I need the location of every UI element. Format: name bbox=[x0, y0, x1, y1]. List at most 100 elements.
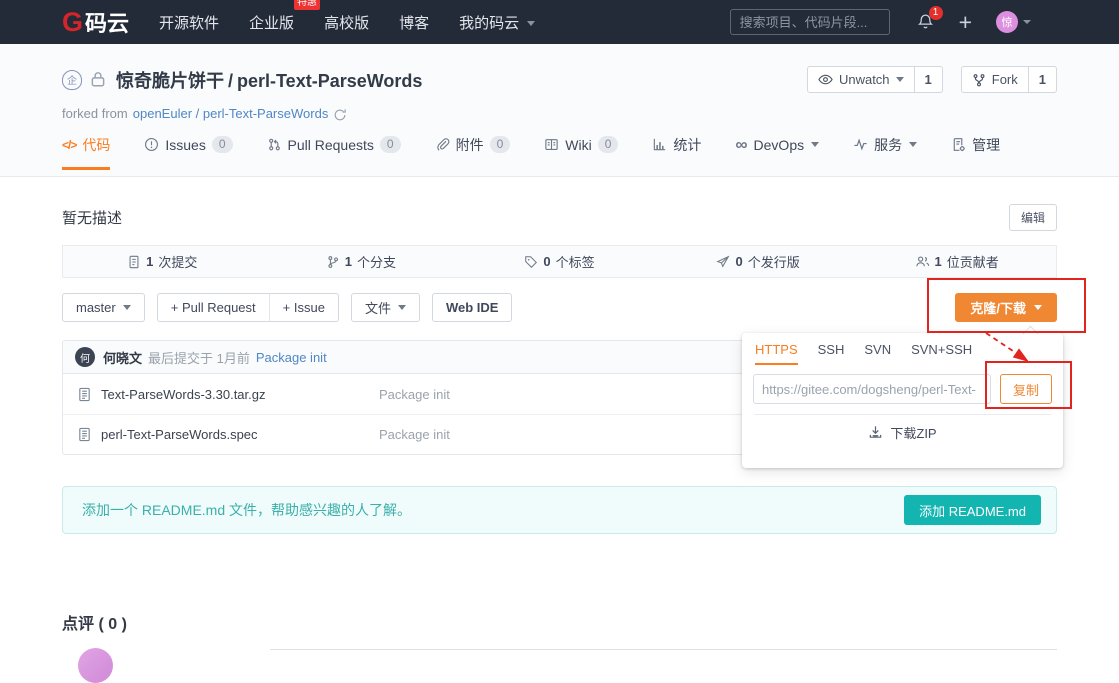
clone-download-panel: HTTPS SSH SVN SVN+SSH 复制 下载ZIP bbox=[742, 333, 1063, 468]
user-menu[interactable]: 惊 bbox=[996, 11, 1031, 33]
new-pull-request-button[interactable]: + Pull Request bbox=[157, 293, 270, 322]
tab-wiki[interactable]: Wiki 0 bbox=[544, 135, 618, 170]
repo-description: 暂无描述 bbox=[62, 207, 122, 228]
committer-avatar[interactable]: 何 bbox=[75, 347, 95, 367]
watch-button-group: Unwatch 1 bbox=[807, 66, 943, 93]
fork-icon bbox=[972, 73, 986, 87]
issues-count-badge: 0 bbox=[212, 136, 233, 153]
tab-statistics[interactable]: 统计 bbox=[652, 135, 701, 170]
search-input[interactable] bbox=[730, 9, 890, 35]
forked-from-link[interactable]: openEuler / perl-Text-ParseWords bbox=[133, 106, 329, 121]
forked-from-line: forked from openEuler / perl-Text-ParseW… bbox=[62, 106, 1057, 122]
enterprise-badge-icon[interactable]: 企 bbox=[62, 70, 82, 90]
notification-badge: 1 bbox=[929, 6, 943, 20]
tab-code[interactable]: </> 代码 bbox=[62, 135, 110, 170]
download-icon bbox=[868, 425, 883, 440]
stat-releases[interactable]: 0 个发行版 bbox=[659, 246, 858, 277]
fork-button[interactable]: Fork bbox=[961, 66, 1029, 93]
nav-item-enterprise[interactable]: 企业版 特惠 bbox=[249, 2, 294, 43]
repo-name-link[interactable]: perl-Text-ParseWords bbox=[237, 71, 422, 91]
add-readme-button[interactable]: 添加 README.md bbox=[904, 495, 1041, 525]
copy-button[interactable]: 复制 bbox=[1000, 374, 1052, 404]
commit-message-link[interactable]: Package init bbox=[256, 350, 327, 365]
fork-button-group: Fork 1 bbox=[961, 66, 1057, 93]
contributors-icon bbox=[915, 254, 930, 269]
chevron-down-icon bbox=[909, 142, 917, 147]
promo-badge: 特惠 bbox=[294, 0, 320, 10]
gitee-logo[interactable]: G 码云 bbox=[62, 6, 129, 38]
action-row: master + Pull Request + Issue 文件 Web IDE… bbox=[62, 293, 1057, 322]
repo-owner-link[interactable]: 惊奇脆片饼干 bbox=[116, 71, 224, 91]
clone-tab-https[interactable]: HTTPS bbox=[755, 342, 798, 365]
tag-icon bbox=[524, 255, 538, 269]
paperclip-icon bbox=[435, 137, 450, 152]
repo-tabs: </> 代码 Issues 0 Pull Requests 0 bbox=[62, 135, 1057, 170]
download-zip-button[interactable]: 下载ZIP bbox=[742, 415, 1063, 449]
pull-request-icon bbox=[267, 137, 282, 152]
tab-attachments[interactable]: 附件 0 bbox=[435, 135, 511, 170]
clone-url-input[interactable] bbox=[753, 374, 991, 404]
issue-icon bbox=[144, 137, 159, 152]
commit-time: 最后提交于 1月前 bbox=[148, 348, 250, 367]
tab-pull-requests[interactable]: Pull Requests 0 bbox=[267, 135, 401, 170]
chevron-down-icon bbox=[398, 305, 406, 310]
release-plane-icon bbox=[716, 255, 730, 269]
nav-item-my-gitee-label: 我的码云 bbox=[459, 15, 519, 32]
file-name-link[interactable]: Text-ParseWords-3.30.tar.gz bbox=[101, 387, 266, 402]
nav-item-education[interactable]: 高校版 bbox=[324, 2, 369, 43]
tab-manage[interactable]: 管理 bbox=[951, 135, 1000, 170]
fork-count[interactable]: 1 bbox=[1029, 66, 1057, 93]
pulse-icon bbox=[853, 137, 868, 152]
unwatch-button[interactable]: Unwatch bbox=[807, 66, 915, 93]
file-commit-message[interactable]: Package init bbox=[379, 387, 450, 402]
chevron-down-icon bbox=[896, 77, 904, 82]
new-issue-button[interactable]: + Issue bbox=[269, 293, 339, 322]
clone-tab-ssh[interactable]: SSH bbox=[818, 342, 845, 365]
nav-item-my-gitee[interactable]: 我的码云 bbox=[459, 2, 535, 43]
branch-icon bbox=[326, 255, 340, 269]
gitee-logo-text: 码云 bbox=[85, 6, 129, 38]
manage-doc-icon bbox=[951, 137, 966, 152]
web-ide-button[interactable]: Web IDE bbox=[432, 293, 513, 322]
clone-protocol-tabs: HTTPS SSH SVN SVN+SSH bbox=[742, 333, 1063, 365]
repo-header: 企 惊奇脆片饼干/perl-Text-ParseWords Unwatch 1 bbox=[0, 44, 1119, 177]
file-name-link[interactable]: perl-Text-ParseWords.spec bbox=[101, 427, 258, 442]
nav-item-blog[interactable]: 博客 bbox=[399, 2, 429, 43]
forked-from-prefix: forked from bbox=[62, 106, 128, 121]
clone-tab-svn[interactable]: SVN bbox=[864, 342, 891, 365]
stat-tags[interactable]: 0 个标签 bbox=[460, 246, 659, 277]
stat-contributors[interactable]: 1 位贡献者 bbox=[857, 246, 1056, 277]
committer-name[interactable]: 何晓文 bbox=[103, 348, 142, 367]
infinity-icon: ∞ bbox=[735, 138, 747, 152]
file-doc-icon bbox=[77, 427, 92, 442]
wiki-book-icon bbox=[544, 137, 559, 152]
chart-bars-icon bbox=[652, 137, 667, 152]
notifications-button[interactable]: 1 bbox=[917, 13, 934, 31]
tab-devops[interactable]: ∞ DevOps bbox=[735, 135, 819, 170]
clone-download-button[interactable]: 克隆/下载 bbox=[955, 293, 1057, 322]
eye-icon bbox=[818, 72, 833, 87]
tab-issues[interactable]: Issues 0 bbox=[144, 135, 232, 170]
stat-branches[interactable]: 1 个分支 bbox=[262, 246, 461, 277]
branch-selector[interactable]: master bbox=[62, 293, 145, 322]
edit-description-button[interactable]: 编辑 bbox=[1009, 204, 1057, 231]
navbar-right: 1 + 惊 bbox=[730, 9, 1031, 35]
sync-icon[interactable] bbox=[333, 106, 347, 122]
watch-count[interactable]: 1 bbox=[915, 66, 943, 93]
avatar: 惊 bbox=[996, 11, 1018, 33]
chevron-down-icon bbox=[1023, 20, 1031, 24]
clone-tab-svn-ssh[interactable]: SVN+SSH bbox=[911, 342, 972, 365]
page-title: 惊奇脆片饼干/perl-Text-ParseWords bbox=[116, 67, 422, 93]
comment-avatar bbox=[78, 648, 113, 683]
file-menu-button[interactable]: 文件 bbox=[351, 293, 420, 322]
tab-services[interactable]: 服务 bbox=[853, 135, 917, 170]
code-icon: </> bbox=[62, 138, 76, 152]
stat-commits[interactable]: 1 次提交 bbox=[63, 246, 262, 277]
create-new-button[interactable]: + bbox=[959, 12, 972, 32]
attachments-count-badge: 0 bbox=[490, 136, 511, 153]
nav-item-open-source[interactable]: 开源软件 bbox=[159, 2, 219, 43]
file-doc-icon bbox=[77, 387, 92, 402]
unwatch-label: Unwatch bbox=[839, 72, 890, 87]
gitee-logo-g-icon: G bbox=[62, 7, 82, 38]
file-commit-message[interactable]: Package init bbox=[379, 427, 450, 442]
